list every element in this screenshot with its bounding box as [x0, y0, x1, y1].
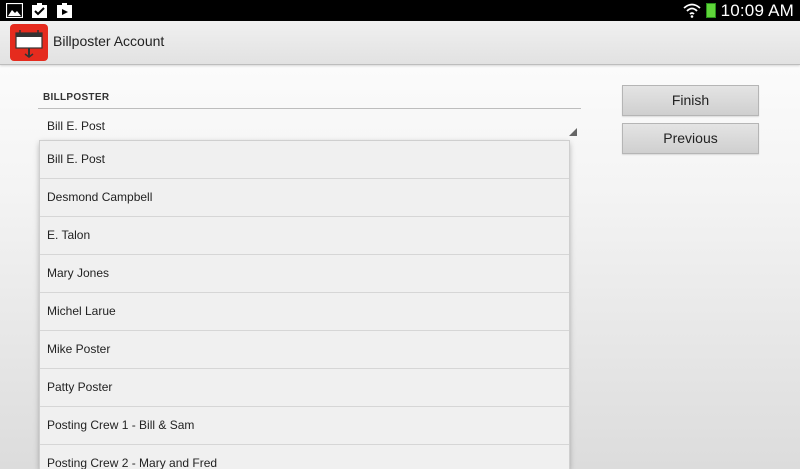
dropdown-item[interactable]: Bill E. Post — [40, 141, 569, 179]
spinner-caret-icon — [569, 128, 577, 136]
spinner-selected-value: Bill E. Post — [47, 119, 106, 133]
action-bar: Billposter Account — [0, 21, 800, 65]
dropdown-item[interactable]: Michel Larue — [40, 293, 569, 331]
video-clipboard-icon — [57, 3, 72, 18]
dropdown-item[interactable]: E. Talon — [40, 217, 569, 255]
billposter-dropdown-list[interactable]: Bill E. Post Desmond Campbell E. Talon M… — [40, 141, 569, 469]
billboard-icon — [15, 30, 43, 58]
dropdown-item[interactable]: Patty Poster — [40, 369, 569, 407]
dropdown-item[interactable]: Posting Crew 2 - Mary and Fred — [40, 445, 569, 469]
clipboard-check-icon — [32, 3, 47, 18]
billposter-app-icon[interactable] — [10, 24, 48, 61]
previous-button[interactable]: Previous — [622, 123, 759, 154]
status-bar: 10:09 AM — [0, 0, 800, 21]
page-title: Billposter Account — [53, 33, 165, 49]
wifi-icon — [682, 3, 701, 18]
dropdown-item[interactable]: Desmond Campbell — [40, 179, 569, 217]
dropdown-item[interactable]: Posting Crew 1 - Bill & Sam — [40, 407, 569, 445]
dropdown-item[interactable]: Mary Jones — [40, 255, 569, 293]
gallery-icon — [6, 3, 23, 18]
dropdown-item[interactable]: Mike Poster — [40, 331, 569, 369]
section-divider — [38, 108, 581, 109]
billposter-section-label: BILLPOSTER — [43, 92, 110, 103]
finish-button[interactable]: Finish — [622, 85, 759, 116]
status-time: 10:09 AM — [720, 0, 794, 20]
battery-icon — [705, 3, 716, 18]
billposter-spinner[interactable]: Bill E. Post — [38, 112, 581, 138]
